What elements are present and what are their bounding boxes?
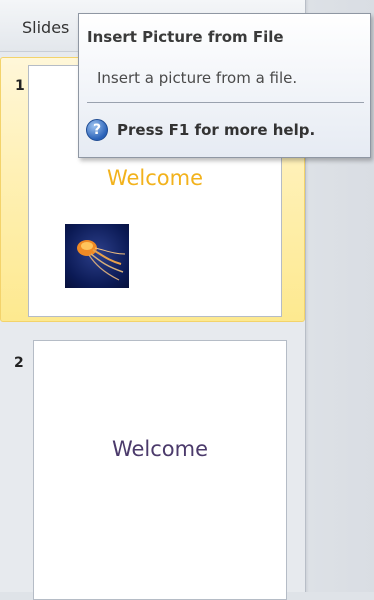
tab-slides[interactable]: Slides [22,18,69,37]
slide-title: Welcome [106,166,204,190]
question-icon: ? [86,119,108,141]
slide-number: 2 [14,355,24,371]
tooltip-divider [87,102,364,103]
slide-number: 1 [15,78,25,94]
tooltip-description: Insert a picture from a file. [97,69,298,87]
tooltip-help-text: Press F1 for more help. [117,121,316,139]
tooltip-title: Insert Picture from File [87,28,284,46]
tooltip: Insert Picture from File Insert a pictur… [78,13,371,158]
jellyfish-image-icon [77,240,126,281]
slide-thumbnail-row-2[interactable]: 2 Welcome [0,335,305,600]
slide-title: Welcome [111,437,209,461]
jellyfish-picture[interactable] [65,224,129,288]
slide-thumbnail[interactable]: Welcome [33,340,287,600]
